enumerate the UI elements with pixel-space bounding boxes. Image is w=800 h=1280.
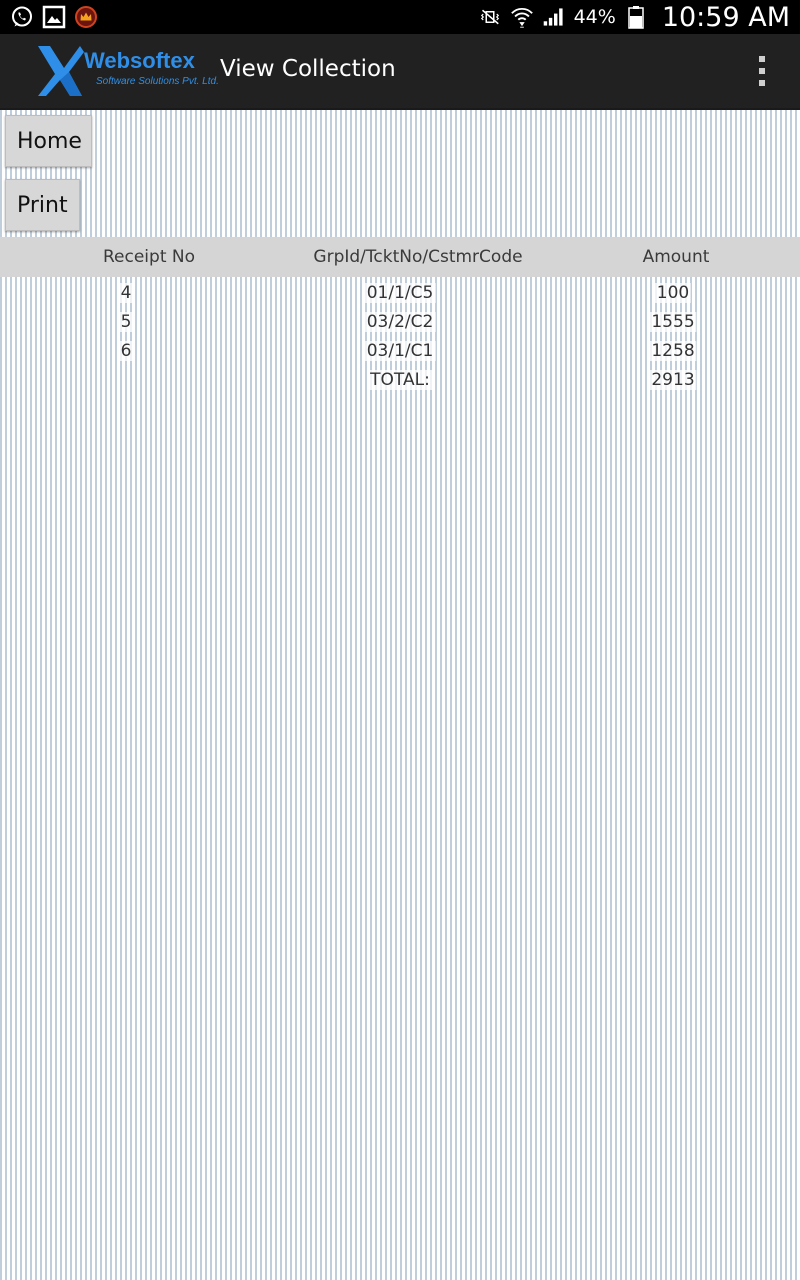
total-row: TOTAL: 2913 <box>0 366 800 395</box>
clock: 10:59 AM <box>661 1 790 33</box>
whatsapp-icon <box>10 5 34 29</box>
overflow-menu-icon[interactable] <box>752 56 772 86</box>
battery-percent: 44% <box>573 6 616 28</box>
gallery-icon <box>42 5 66 29</box>
battery-icon <box>624 5 648 29</box>
amount-cell: 1555 <box>649 312 697 332</box>
status-bar: 44% 10:59 AM <box>0 0 800 34</box>
print-button[interactable]: Print <box>5 179 80 231</box>
column-header-amount: Amount <box>642 247 710 267</box>
websoftex-logo[interactable]: Websoftex Software Solutions Pvt. Ltd. <box>36 44 219 100</box>
receipt-no-cell: 5 <box>118 312 134 332</box>
system-indicators: 44% 10:59 AM <box>478 0 790 34</box>
mute-vibrate-icon <box>478 5 502 29</box>
page-title: View Collection <box>220 56 396 82</box>
app-bar: Websoftex Software Solutions Pvt. Ltd. V… <box>0 34 800 110</box>
grpid-cell: 01/1/C5 <box>364 283 436 303</box>
logo-mark-icon <box>38 46 84 96</box>
table-row: 6 03/1/C1 1258 <box>0 337 800 366</box>
home-button[interactable]: Home <box>5 115 92 167</box>
table-header: Receipt No GrpId/TcktNo/CstmrCode Amount <box>0 237 800 277</box>
table-row: 4 01/1/C5 100 <box>0 279 800 308</box>
total-label: TOTAL: <box>368 370 432 390</box>
grpid-cell: 03/1/C1 <box>364 341 436 361</box>
menu-dot <box>759 68 765 74</box>
menu-dot <box>759 56 765 62</box>
receipt-no-cell: 6 <box>118 341 134 361</box>
logo-name: Websoftex <box>84 48 195 73</box>
column-header-receipt-no: Receipt No <box>102 247 196 267</box>
signal-icon <box>542 5 566 29</box>
table-row: 5 03/2/C2 1555 <box>0 308 800 337</box>
grpid-cell: 03/2/C2 <box>364 312 436 332</box>
crown-app-icon <box>74 5 98 29</box>
column-header-grpid: GrpId/TcktNo/CstmrCode <box>313 247 523 267</box>
amount-cell: 100 <box>654 283 692 303</box>
logo-subtitle: Software Solutions Pvt. Ltd. <box>96 76 219 87</box>
total-value: 2913 <box>649 370 697 390</box>
menu-dot <box>759 80 765 86</box>
wifi-icon <box>510 5 534 29</box>
amount-cell: 1258 <box>649 341 697 361</box>
notification-icons <box>10 5 98 29</box>
receipt-no-cell: 4 <box>118 283 134 303</box>
